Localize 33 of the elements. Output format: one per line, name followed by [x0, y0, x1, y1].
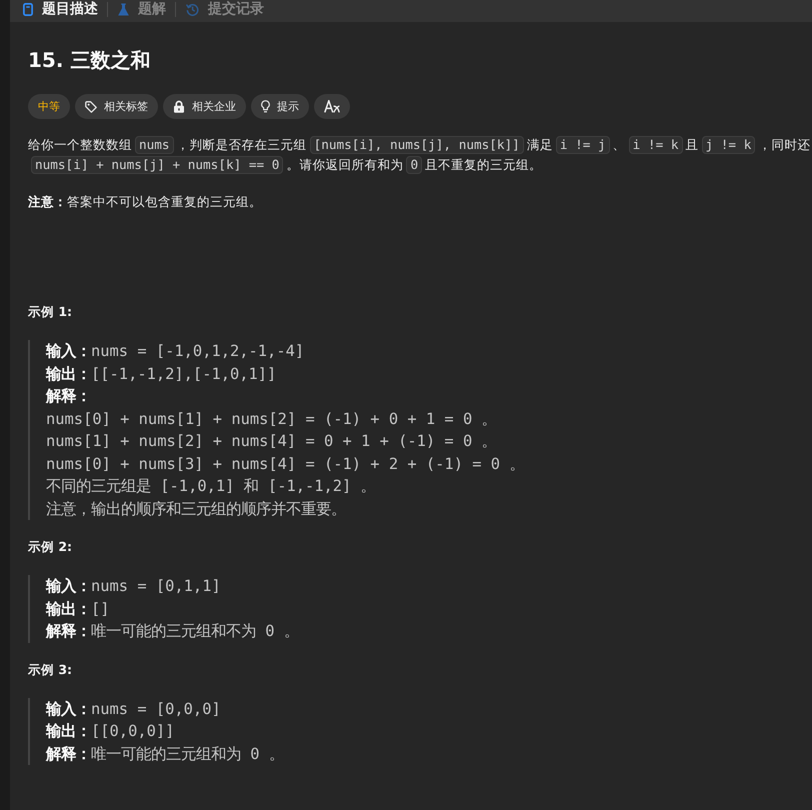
example-line: 输入：nums = [-1,0,1,2,-1,-4] [46, 341, 304, 362]
translate-button[interactable] [314, 94, 350, 119]
example-heading: 示例 1: [28, 303, 72, 321]
example-heading: 示例 2: [28, 538, 72, 556]
difficulty-badge: 中等 [28, 94, 70, 119]
flask-icon [118, 3, 129, 16]
description-paragraph: 给你一个整数数组 nums ，判断是否存在三元组 [nums[i], nums[j], nums[k]] 满足 i != j 、 i != k 且 j != k ，同时还 nums[i] + nums[j] + nums[k] == 0 。请你返回所有和为 0 且不重复的三元组。 [28, 135, 810, 175]
example-line: 输出：[[-1,-1,2],[-1,0,1]] [46, 364, 276, 384]
example-line: 解释： [46, 386, 91, 407]
lightbulb-icon [261, 100, 270, 113]
example-line: nums[1] + nums[2] + nums[4] = 0 + 1 + (-1) = 0 。 [46, 431, 496, 452]
example-line: 注意，输出的顺序和三元组的顺序并不重要。 [46, 498, 346, 520]
translate-icon [324, 100, 340, 113]
example-line: 输出：[] [46, 598, 110, 620]
example-line: 解释：唯一可能的三元组和不为 0 。 [46, 621, 299, 642]
problem-title: 15. 三数之和 [28, 47, 150, 74]
example-line: 输出：[[0,0,0]] [46, 721, 174, 742]
companies-button[interactable]: 相关企业 [163, 94, 246, 119]
example-line: nums[0] + nums[1] + nums[2] = (-1) + 0 + 1 = 0 。 [46, 408, 496, 430]
example-line: 不同的三元组是 [-1,0,1] 和 [-1,-1,2] 。 [46, 476, 376, 497]
lock-icon [173, 100, 185, 113]
tag-icon [85, 100, 97, 112]
document-icon [23, 3, 33, 16]
example-line: 解释：唯一可能的三元组和为 0 。 [46, 744, 284, 764]
history-icon [186, 3, 199, 16]
example-line: nums[0] + nums[3] + nums[4] = (-1) + 2 + (-1) = 0 。 [46, 454, 524, 474]
example-line: 输入：nums = [0,0,0] [46, 698, 221, 720]
tab[interactable]: 题目描述 [23, 1, 98, 18]
example-heading: 示例 3: [28, 660, 72, 678]
hint-button[interactable]: 提示 [251, 94, 309, 119]
note-text: 注意：答案中不可以包含重复的三元组。 [28, 193, 262, 211]
example-line: 输入：nums = [0,1,1] [46, 576, 221, 597]
topics-button[interactable]: 相关标签 [75, 94, 158, 119]
